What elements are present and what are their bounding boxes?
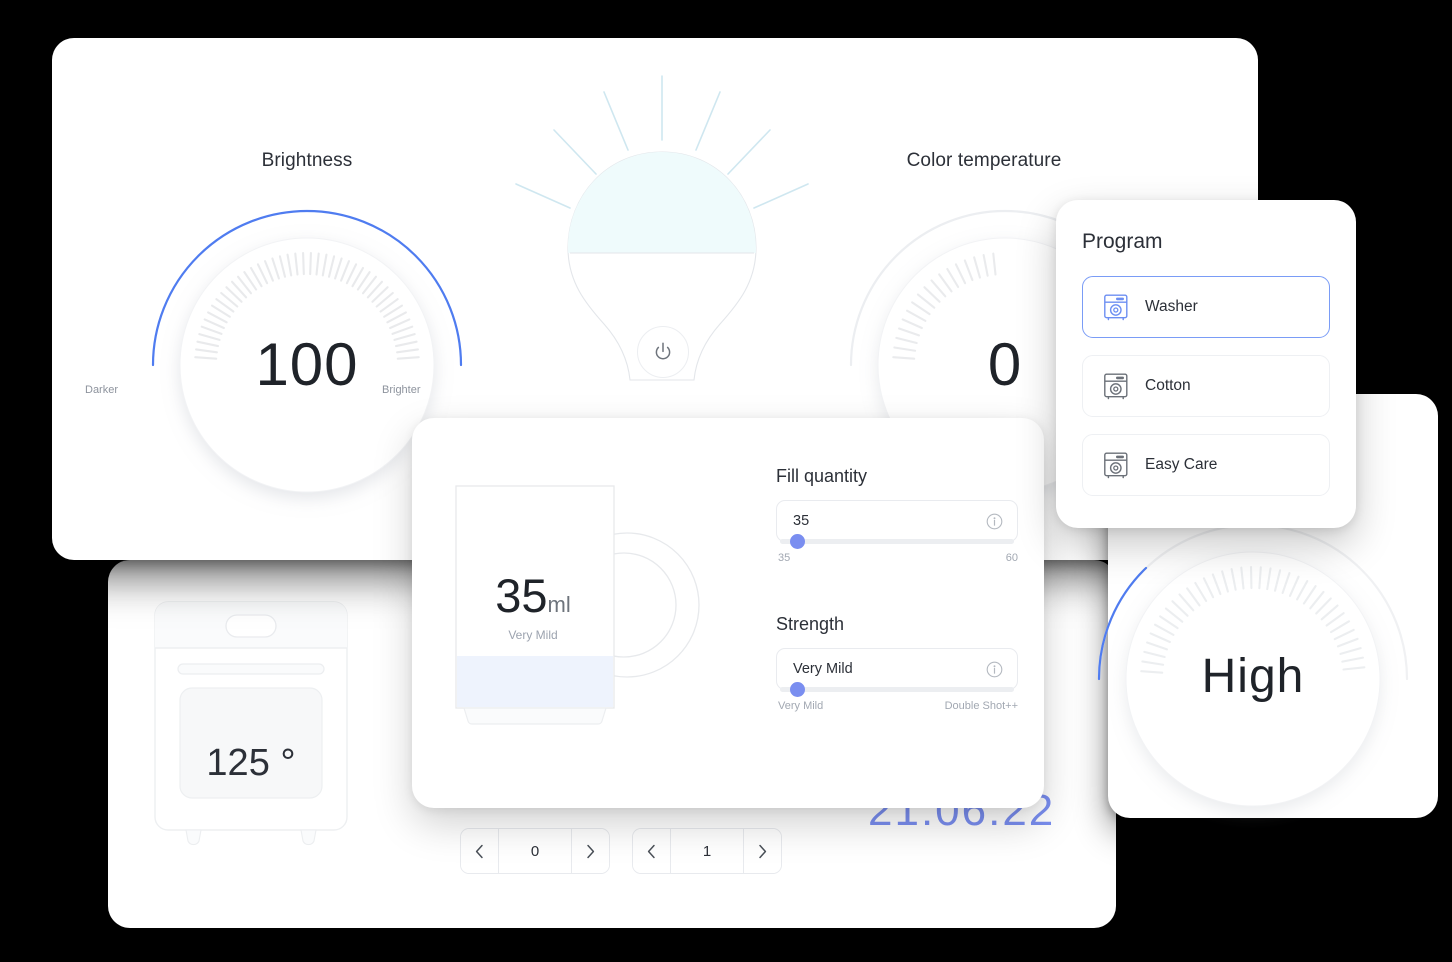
stepper-second: 1 (632, 828, 782, 874)
brightness-min-label: Darker (85, 384, 119, 396)
washing-machine-icon (1104, 452, 1128, 479)
stepper-second-prev-button[interactable] (633, 829, 671, 873)
washing-machine-icon (1104, 373, 1128, 400)
strength-field[interactable]: Very Mild (776, 648, 1018, 690)
mug-strength-label: Very Mild (508, 628, 558, 642)
fill-quantity-slider-thumb[interactable] (790, 534, 805, 549)
level-dial[interactable]: High (1090, 516, 1416, 842)
strength-range-labels: Very Mild Double Shot++ (778, 700, 1018, 712)
chevron-right-icon (759, 844, 767, 858)
fill-quantity-min: 35 (778, 552, 791, 564)
washing-machine-icon (1104, 294, 1128, 321)
oven-temperature: 125 ° (206, 742, 296, 784)
brightness-value: 100 (255, 331, 359, 398)
program-card: Program Washer Cotton Easy Care (1056, 200, 1356, 528)
stepper-second-next-button[interactable] (743, 829, 781, 873)
brightness-title: Brightness (261, 150, 353, 171)
color-temperature-title: Color temperature (906, 150, 1062, 171)
program-item-easy-care-label: Easy Care (1145, 456, 1218, 473)
fill-quantity-max: 60 (1005, 552, 1018, 564)
light-bulb-graphic (512, 68, 812, 408)
stepper-first-prev-button[interactable] (461, 829, 499, 873)
program-item-cotton[interactable]: Cotton (1082, 355, 1330, 417)
oven-graphic: 125 ° (153, 600, 371, 850)
stepper-first: 0 (460, 828, 610, 874)
chevron-right-icon (587, 844, 595, 858)
mug-amount: 35 (495, 569, 548, 622)
chevron-left-icon (475, 844, 483, 858)
strength-slider-track[interactable] (780, 687, 1014, 692)
fill-quantity-group: Fill quantity 35 35 60 (776, 466, 1018, 564)
stepper-first-value: 0 (530, 842, 540, 860)
program-item-washer-label: Washer (1145, 298, 1198, 315)
oven-svg (154, 601, 348, 846)
program-item-cotton-label: Cotton (1145, 377, 1191, 394)
info-icon[interactable] (986, 661, 1003, 678)
stepper-second-value: 1 (702, 842, 712, 860)
strength-max: Double Shot++ (944, 700, 1018, 712)
strength-group: Strength Very Mild Very Mild Double Shot… (776, 614, 1018, 712)
strength-slider-thumb[interactable] (790, 682, 805, 697)
screenshot-root: Brightness 100 Darker Brighter Color tem… (0, 0, 1452, 962)
program-item-washer[interactable]: Washer (1082, 276, 1330, 338)
power-button[interactable] (637, 326, 689, 378)
stepper-first-next-button[interactable] (571, 829, 609, 873)
fill-quantity-range-labels: 35 60 (778, 552, 1018, 564)
power-icon (655, 342, 671, 360)
coffee-mug-graphic: 35ml Very Mild (452, 480, 702, 730)
fill-quantity-field[interactable]: 35 (776, 500, 1018, 542)
strength-value: Very Mild (793, 661, 853, 677)
program-item-easy-care[interactable]: Easy Care (1082, 434, 1330, 496)
strength-min: Very Mild (778, 700, 824, 712)
brightness-max-label: Brighter (382, 384, 421, 396)
fill-quantity-slider-track[interactable] (780, 539, 1014, 544)
program-title: Program (1082, 230, 1163, 253)
fill-quantity-title: Fill quantity (776, 466, 868, 486)
fill-quantity-value: 35 (793, 513, 810, 529)
mug-unit: ml (547, 592, 571, 617)
coffee-card: 35ml Very Mild Fill quantity 35 35 60 St… (412, 418, 1044, 808)
info-icon[interactable] (986, 513, 1003, 530)
level-dial-value: High (1201, 650, 1305, 703)
chevron-left-icon (647, 844, 655, 858)
strength-title: Strength (776, 614, 845, 634)
